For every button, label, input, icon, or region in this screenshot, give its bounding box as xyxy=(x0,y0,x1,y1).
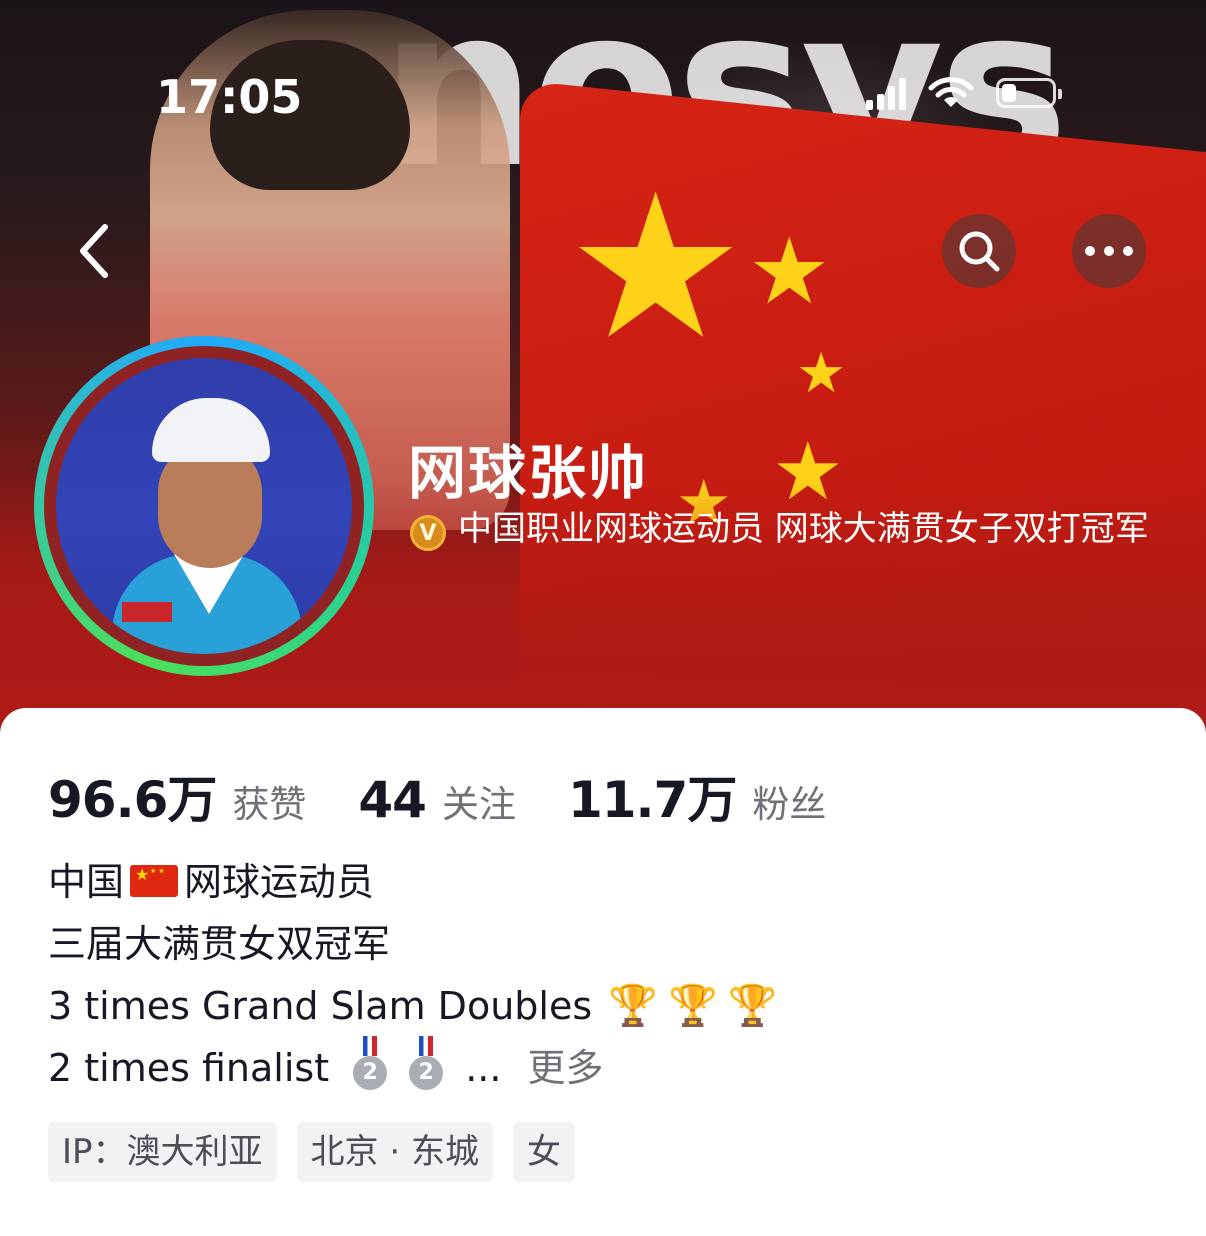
trophy-icon: 🏆 xyxy=(608,982,658,1029)
profile-tags: IP：澳大利亚 北京 · 东城 女 xyxy=(48,1122,575,1182)
battery-icon xyxy=(996,78,1062,108)
flag-star: ★ xyxy=(748,218,831,325)
verified-info: V 中国职业网球运动员 网球大满贯女子双打冠军 xyxy=(410,506,1150,554)
tag-ip-location: IP：澳大利亚 xyxy=(48,1122,277,1182)
avatar[interactable] xyxy=(56,358,352,654)
silver-medal-icon: 2 xyxy=(409,1035,444,1090)
tag-city: 北京 · 东城 xyxy=(296,1122,493,1182)
stat-following[interactable]: 44 关注 xyxy=(358,771,516,829)
flag-star-large: ★ xyxy=(566,151,746,384)
silver-medal-icon: 2 xyxy=(353,1035,388,1090)
profile-info-card: 96.6万 获赞 44 关注 11.7万 粉丝 中国 网球运动员 三届大满贯女双冠… xyxy=(0,708,1206,1236)
bio-text: 3 times Grand Slam Doubles xyxy=(48,984,593,1028)
chevron-left-icon xyxy=(80,224,108,278)
verified-v-icon: V xyxy=(410,514,446,551)
flag-star: ★ xyxy=(796,341,847,406)
bio-text: 2 times finalist xyxy=(48,1046,330,1090)
bio-line: 中国 网球运动员 xyxy=(48,856,778,918)
bio-line: 3 times Grand Slam Doubles 🏆 🏆 🏆 xyxy=(48,980,778,1042)
profile-name: 网球张帅 xyxy=(408,439,649,507)
bio-ellipsis: ... xyxy=(465,1046,502,1090)
bio-text: 网球运动员 xyxy=(184,860,375,904)
bio-line: 三届大满贯女双冠军 xyxy=(48,922,391,966)
stat-following-label: 关注 xyxy=(441,783,516,826)
trophy-icon: 🏆 xyxy=(667,982,718,1029)
stat-likes-label: 获赞 xyxy=(232,783,307,826)
stat-likes[interactable]: 96.6万 获赞 xyxy=(48,760,306,832)
back-button[interactable] xyxy=(58,214,132,288)
more-button[interactable] xyxy=(1072,214,1146,288)
trophy-icon: 🏆 xyxy=(727,982,778,1029)
more-horizontal-icon xyxy=(1085,246,1133,256)
stat-followers[interactable]: 11.7万 粉丝 xyxy=(568,760,826,832)
bio: 中国 网球运动员 三届大满贯女双冠军 3 times Grand Slam Dou… xyxy=(48,856,778,1104)
bio-more-link[interactable]: 更多 xyxy=(527,1046,603,1090)
tag-gender: 女 xyxy=(512,1122,575,1182)
status-time: 17:05 xyxy=(156,70,303,124)
status-icons xyxy=(866,76,1062,110)
stat-followers-label: 粉丝 xyxy=(752,783,827,826)
search-button[interactable] xyxy=(942,214,1016,288)
china-flag-icon xyxy=(130,864,179,897)
stat-following-value: 44 xyxy=(358,771,427,829)
stats-row: 96.6万 获赞 44 关注 11.7万 粉丝 xyxy=(48,760,878,832)
stat-likes-value: 96.6万 xyxy=(48,771,217,829)
wifi-icon xyxy=(928,77,974,107)
stat-followers-value: 11.7万 xyxy=(567,771,737,829)
avatar-story-ring[interactable] xyxy=(34,336,374,676)
bio-line: 2 times finalist 2 2 ... 更多 xyxy=(48,1035,778,1104)
cellular-signal-icon xyxy=(866,76,906,110)
verified-text: 中国职业网球运动员 网球大满贯女子双打冠军 xyxy=(458,509,1149,549)
bio-text: 中国 xyxy=(48,860,125,904)
search-icon xyxy=(959,231,1000,272)
